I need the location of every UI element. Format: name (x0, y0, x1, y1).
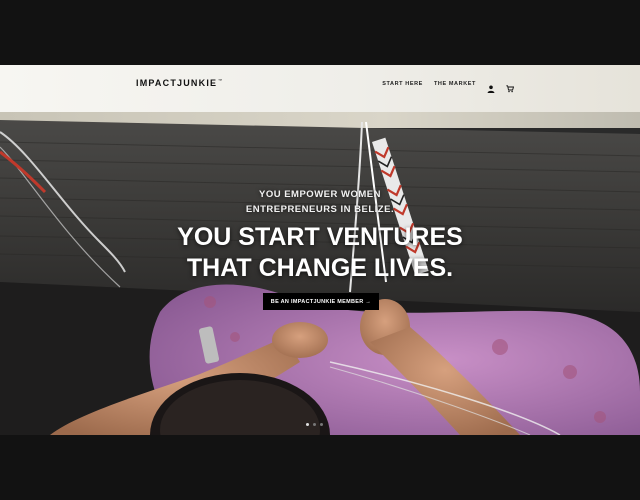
site-logo[interactable]: IMPACTJUNKIE™ (136, 78, 222, 88)
cart-icon[interactable] (506, 80, 515, 93)
nav-start-here[interactable]: START HERE (382, 81, 423, 87)
user-icon[interactable] (487, 80, 495, 93)
website-viewport: IMPACTJUNKIE™ START HERE THE MARKET YOU … (0, 65, 640, 435)
hero-headline-line-1: YOU START VENTURES (177, 223, 463, 251)
main-nav: START HERE THE MARKET (382, 80, 515, 93)
hero-headline-line-2: THAT CHANGE LIVES. (186, 254, 454, 282)
carousel-dot[interactable] (313, 423, 316, 426)
carousel-dot[interactable] (320, 423, 323, 426)
carousel-dot[interactable] (306, 423, 309, 426)
nav-the-market[interactable]: THE MARKET (434, 81, 476, 87)
site-header: IMPACTJUNKIE™ START HERE THE MARKET (0, 65, 640, 112)
hero-subtitle-line-2: ENTREPRENEURS IN BELIZE. (245, 204, 395, 215)
become-member-button[interactable]: BE AN IMPACTJUNKIE MEMBER → (263, 293, 379, 310)
carousel-dots (306, 423, 323, 426)
logo-trademark: ™ (218, 78, 223, 83)
logo-text[interactable]: IMPACTJUNKIE (136, 78, 217, 88)
hero-subtitle-line-1: YOU EMPOWER WOMEN (259, 189, 381, 200)
hero-banner: YOU EMPOWER WOMEN ENTREPRENEURS IN BELIZ… (0, 112, 640, 435)
